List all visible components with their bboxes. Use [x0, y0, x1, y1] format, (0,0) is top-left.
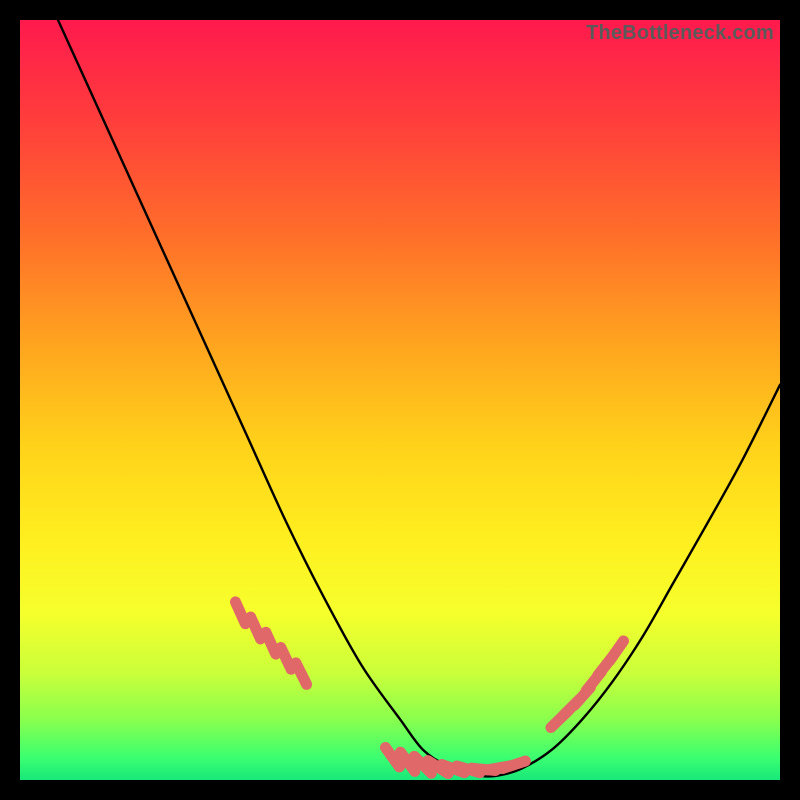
chart-svg	[20, 20, 780, 780]
curve-marker	[251, 617, 261, 639]
curve-marker	[610, 641, 624, 661]
marker-group	[235, 602, 623, 774]
chart-frame: TheBottleneck.com	[20, 20, 780, 780]
bottleneck-curve	[58, 20, 780, 777]
curve-marker	[503, 761, 526, 768]
curve-marker	[281, 648, 291, 670]
curve-marker	[296, 663, 307, 684]
curve-marker	[235, 602, 245, 624]
curve-marker	[266, 632, 276, 654]
